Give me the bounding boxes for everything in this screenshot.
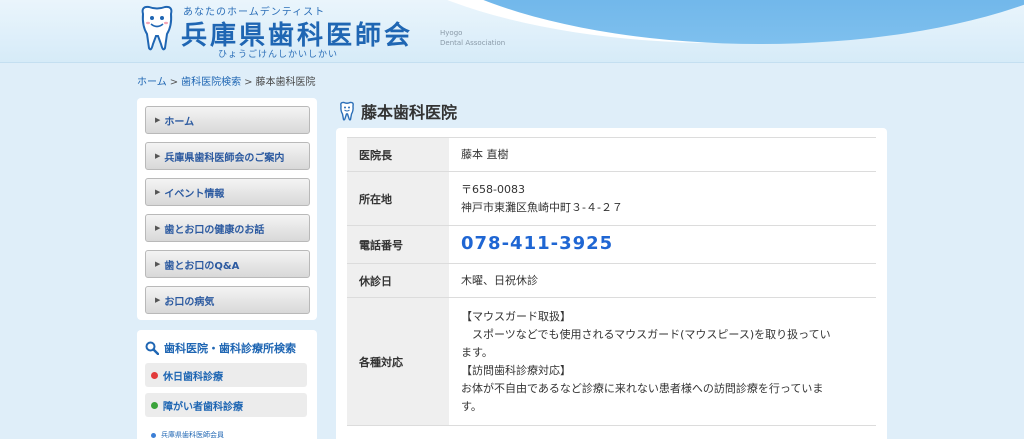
arrow-right-icon: ▶: [155, 152, 161, 160]
green-dot-icon: [151, 401, 158, 409]
services-line: ます。: [461, 345, 493, 359]
search-disability-clinics[interactable]: 障がい者歯科診療: [145, 393, 307, 417]
address-value: 〒658-0083 神戸市東灘区魚崎中町３-４-２７: [449, 171, 876, 226]
red-dot-icon: [151, 371, 158, 379]
search-icon: [145, 341, 159, 355]
services-line: お体が不自由であるなど診療に来れない患者様への訪問診療を行っていま: [461, 381, 824, 395]
tooth-mascot-logo-icon[interactable]: [137, 4, 177, 54]
table-row: 医院長 藤本 直樹: [347, 137, 876, 172]
breadcrumb-search-link[interactable]: 歯科医院検索: [181, 77, 241, 88]
search-item-label: 兵庫県歯科医師会員: [161, 431, 224, 439]
closed-days-label: 休診日: [347, 263, 449, 298]
sidebar-item-label: ホーム: [164, 116, 195, 128]
table-row: 休診日 木曜、日祝休診: [347, 263, 876, 298]
site-english-name: Hyogo Dental Association: [440, 28, 505, 48]
clinic-search-panel: 歯科医院・歯科診療所検索 休日歯科診療 障がい者歯科診療 兵庫県歯科医師会員: [137, 330, 317, 439]
breadcrumb-home-link[interactable]: ホーム: [137, 77, 167, 88]
clinic-info-table: 医院長 藤本 直樹 所在地 〒658-0083 神戸市東灘区魚崎中町３-４-２７…: [347, 137, 876, 426]
clinic-search-title: 歯科医院・歯科診療所検索: [145, 340, 296, 356]
tooth-icon: [340, 101, 354, 121]
clinic-search-title-label: 歯科医院・歯科診療所検索: [164, 342, 296, 355]
address-line: 神戸市東灘区魚崎中町３-４-２７: [461, 200, 623, 214]
services-line: す。: [461, 399, 482, 413]
sidebar-menu: ▶ ホーム ▶ 兵庫県歯科医師会のご案内 ▶ イベント情報 ▶ 歯とお口の健康の…: [137, 98, 317, 320]
services-line: スポーツなどでも使用されるマウスガード(マウスピース)を取り扱ってい: [461, 327, 831, 341]
address-postal: 〒658-0083: [461, 182, 525, 196]
site-english-line2: Dental Association: [440, 39, 506, 47]
services-label: 各種対応: [347, 297, 449, 426]
table-row: 所在地 〒658-0083 神戸市東灘区魚崎中町３-４-２７: [347, 171, 876, 226]
phone-number[interactable]: 078-411-3925: [461, 233, 613, 254]
site-title-reading: ひょうごけんしかいしかい: [218, 50, 339, 60]
search-member-clinics[interactable]: 兵庫県歯科医師会員: [145, 428, 307, 439]
sidebar-item-label: 歯とお口のQ&A: [164, 260, 240, 272]
search-holiday-clinics[interactable]: 休日歯科診療: [145, 363, 307, 387]
search-item-label: 休日歯科診療: [163, 371, 223, 383]
site-english-line1: Hyogo: [440, 29, 463, 37]
arrow-right-icon: ▶: [155, 188, 161, 196]
sidebar-item-label: 兵庫県歯科医師会のご案内: [164, 152, 285, 164]
page-title: 藤本歯科医院: [338, 99, 457, 123]
phone-cell: 078-411-3925: [449, 225, 876, 264]
breadcrumb-separator: >: [244, 77, 253, 88]
address-label: 所在地: [347, 171, 449, 226]
sidebar-item-label: お口の病気: [164, 296, 215, 308]
site-header: あなたのホームデンティスト 兵庫県歯科医師会 ひょうごけんしかいしかい Hyog…: [0, 0, 1024, 63]
services-line: 【マウスガード取扱】: [461, 309, 571, 323]
clinic-name: 藤本歯科医院: [361, 103, 458, 122]
search-item-label: 障がい者歯科診療: [163, 401, 243, 413]
arrow-right-icon: ▶: [155, 296, 161, 304]
sidebar-item-diseases[interactable]: ▶ お口の病気: [145, 286, 310, 314]
table-row: 電話番号 078-411-3925: [347, 225, 876, 264]
sidebar-item-qa[interactable]: ▶ 歯とお口のQ&A: [145, 250, 310, 278]
sidebar-item-events[interactable]: ▶ イベント情報: [145, 178, 310, 206]
sidebar-item-home[interactable]: ▶ ホーム: [145, 106, 310, 134]
sidebar-item-about[interactable]: ▶ 兵庫県歯科医師会のご案内: [145, 142, 310, 170]
clinic-info-panel: 医院長 藤本 直樹 所在地 〒658-0083 神戸市東灘区魚崎中町３-４-２７…: [336, 128, 887, 439]
arrow-right-icon: ▶: [155, 224, 161, 232]
arrow-right-icon: ▶: [155, 116, 161, 124]
table-row: 各種対応 【マウスガード取扱】 スポーツなどでも使用されるマウスガード(マウスピ…: [347, 297, 876, 426]
closed-days-value: 木曜、日祝休診: [449, 263, 876, 298]
breadcrumb-current: 藤本歯科医院: [255, 77, 316, 88]
breadcrumb: ホーム > 歯科医院検索 > 藤本歯科医院: [137, 73, 315, 88]
sidebar-item-label: イベント情報: [164, 188, 225, 200]
blue-dot-icon: [151, 432, 156, 438]
arrow-right-icon: ▶: [155, 260, 161, 268]
sidebar-item-label: 歯とお口の健康のお話: [164, 224, 265, 236]
phone-label: 電話番号: [347, 225, 449, 264]
sidebar-item-oral-health[interactable]: ▶ 歯とお口の健康のお話: [145, 214, 310, 242]
services-line: 【訪問歯科診療対応】: [461, 363, 571, 377]
services-value: 【マウスガード取扱】 スポーツなどでも使用されるマウスガード(マウスピース)を取…: [449, 297, 876, 426]
director-value: 藤本 直樹: [449, 137, 876, 172]
director-label: 医院長: [347, 137, 449, 172]
breadcrumb-separator: >: [169, 77, 179, 88]
